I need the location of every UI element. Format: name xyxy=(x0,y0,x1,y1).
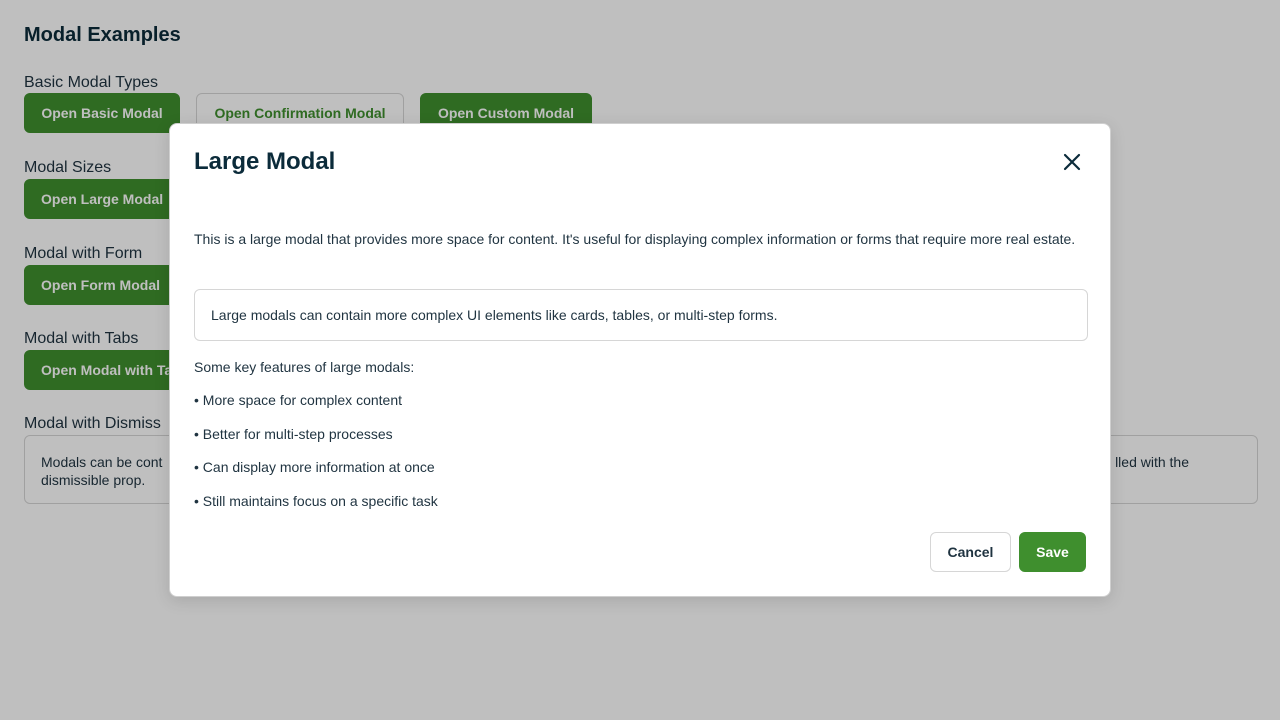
modal-feature-item: • Better for multi-step processes xyxy=(194,426,393,442)
page: Modal Examples Basic Modal Types Open Ba… xyxy=(0,0,1280,720)
modal-title: Large Modal xyxy=(194,148,336,175)
modal-feature-item: • More space for complex content xyxy=(194,392,402,408)
modal-description: This is a large modal that provides more… xyxy=(194,231,1076,247)
large-modal: Large Modal This is a large modal that p… xyxy=(169,123,1111,597)
modal-feature-item: • Still maintains focus on a specific ta… xyxy=(194,493,438,509)
cancel-button[interactable]: Cancel xyxy=(930,532,1011,572)
save-button[interactable]: Save xyxy=(1019,532,1086,572)
modal-features-intro: Some key features of large modals: xyxy=(194,359,415,375)
close-icon xyxy=(1063,153,1081,176)
modal-feature-item: • Can display more information at once xyxy=(194,459,435,475)
modal-close-button[interactable] xyxy=(1056,148,1088,180)
modal-callout: Large modals can contain more complex UI… xyxy=(194,289,1088,341)
